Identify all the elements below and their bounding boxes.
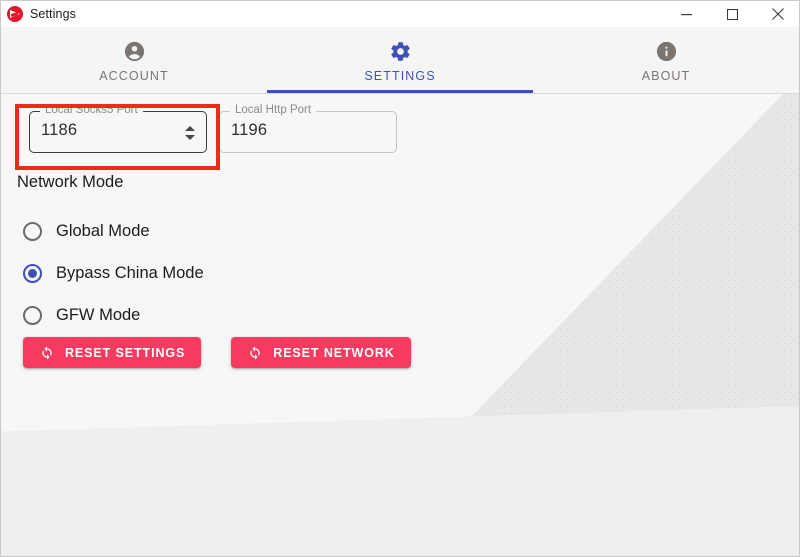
- close-button[interactable]: [755, 1, 799, 27]
- close-icon: [772, 8, 784, 20]
- local-socks5-port-field[interactable]: Local Socks5 Port 1186: [29, 104, 207, 153]
- radio-gfw-mode-label: GFW Mode: [56, 305, 141, 324]
- radio-global-mode-label: Global Mode: [56, 221, 150, 240]
- local-http-port-label: Local Http Port: [230, 104, 317, 116]
- window-title: Settings: [30, 7, 76, 21]
- reset-network-button[interactable]: RESET NETWORK: [231, 337, 411, 368]
- reset-settings-label: RESET SETTINGS: [65, 345, 186, 360]
- reset-buttons-row: RESET SETTINGS RESET NETWORK: [23, 337, 411, 368]
- stepper-down-icon[interactable]: [185, 135, 195, 140]
- network-mode-radio-group: Global Mode Bypass China Mode GFW Mode: [23, 210, 204, 336]
- local-http-port-value: 1196: [231, 121, 268, 139]
- radio-gfw-mode[interactable]: GFW Mode: [23, 294, 204, 336]
- maximize-icon: [726, 8, 738, 20]
- tab-settings[interactable]: SETTINGS: [267, 27, 533, 93]
- title-bar: Settings: [1, 1, 799, 27]
- radio-bypass-china-mode[interactable]: Bypass China Mode: [23, 252, 204, 294]
- local-socks5-port-stepper[interactable]: [183, 120, 197, 146]
- refresh-icon: [247, 345, 263, 361]
- port-fields-row: Local Socks5 Port 1186 Local Http Port 1…: [29, 104, 397, 153]
- local-socks5-port-value: 1186: [41, 121, 78, 139]
- window-controls: [663, 1, 799, 27]
- radio-bypass-china-mode-label: Bypass China Mode: [56, 263, 204, 282]
- local-http-port-field[interactable]: Local Http Port 1196: [219, 104, 397, 153]
- stepper-up-icon[interactable]: [185, 126, 195, 131]
- settings-window: Settings ACCOUNT SETTINGS ABOUT Local So…: [0, 0, 800, 557]
- local-socks5-port-label: Local Socks5 Port: [40, 104, 143, 116]
- network-mode-title: Network Mode: [17, 173, 124, 191]
- settings-content: Local Socks5 Port 1186 Local Http Port 1…: [1, 94, 799, 556]
- info-icon: [655, 39, 678, 63]
- minimize-button[interactable]: [663, 1, 709, 27]
- minimize-icon: [680, 13, 692, 15]
- radio-dot-icon: [28, 268, 37, 278]
- tab-about-label: ABOUT: [641, 69, 691, 83]
- tab-account-label: ACCOUNT: [99, 69, 169, 83]
- gear-icon: [389, 39, 412, 63]
- maximize-button[interactable]: [709, 1, 755, 27]
- tab-bar: ACCOUNT SETTINGS ABOUT: [1, 27, 799, 94]
- reset-network-label: RESET NETWORK: [273, 345, 395, 360]
- tab-settings-label: SETTINGS: [364, 69, 436, 83]
- tab-about[interactable]: ABOUT: [533, 27, 799, 93]
- tab-account[interactable]: ACCOUNT: [1, 27, 267, 93]
- radio-global-mode[interactable]: Global Mode: [23, 210, 204, 252]
- paper-plane-logo-icon: [7, 6, 23, 22]
- radio-icon: [23, 221, 42, 241]
- account-icon: [123, 39, 146, 63]
- refresh-icon: [39, 345, 55, 361]
- reset-settings-button[interactable]: RESET SETTINGS: [23, 337, 202, 368]
- radio-icon: [23, 305, 42, 325]
- radio-icon: [23, 263, 42, 283]
